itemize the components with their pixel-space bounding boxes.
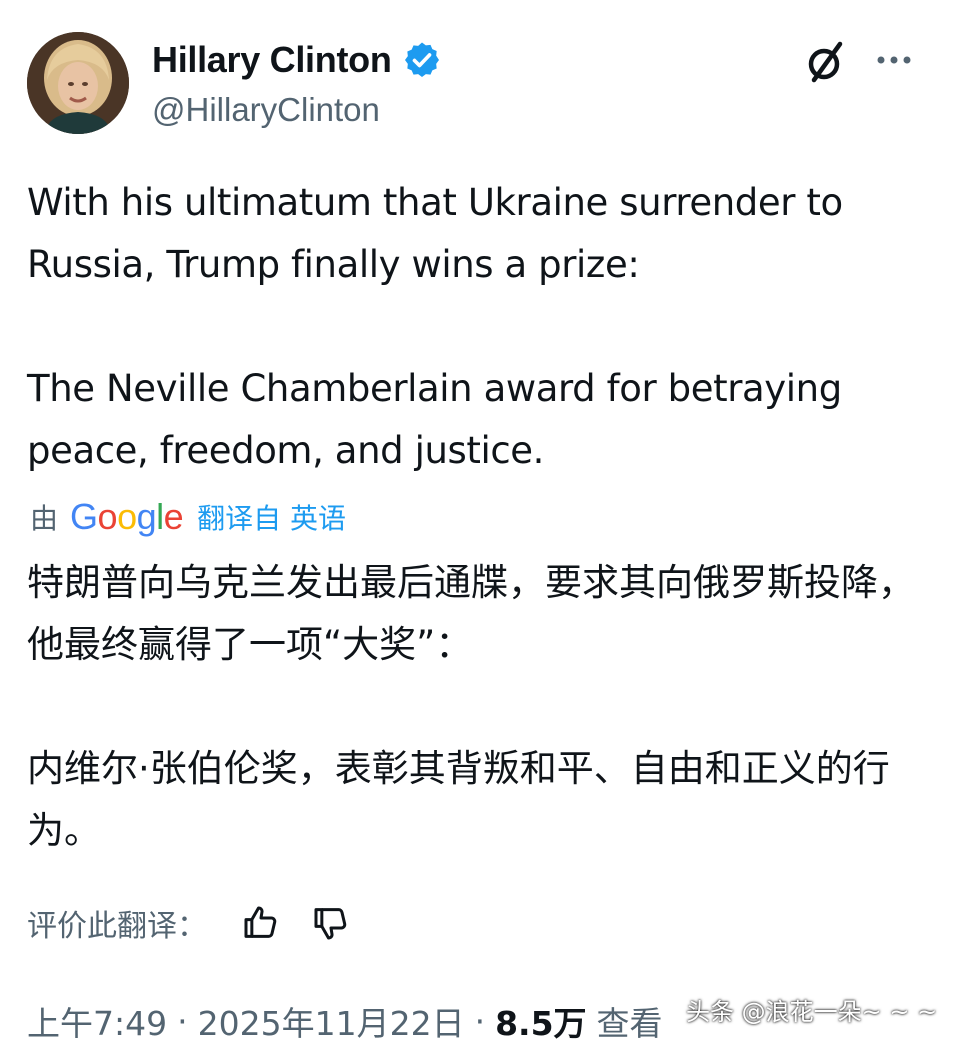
- avatar[interactable]: [27, 32, 129, 134]
- meta-separator: ·: [177, 1001, 188, 1041]
- tweet-date[interactable]: 2025年11月22日: [198, 997, 465, 1045]
- tweet-card: Hillary Clinton @HillaryClinton With his…: [0, 0, 960, 1044]
- tweet-meta: 上午7:49 · 2025年11月22日 · 8.5万 查看: [27, 998, 663, 1044]
- thumbs-down-icon[interactable]: [311, 903, 351, 943]
- tweet-text: With his ultimatum that Ukraine surrende…: [27, 172, 937, 482]
- watermark: 头条 @浪花一朵~ ~ ~: [686, 998, 938, 1026]
- views-count: 8.5万: [495, 1004, 587, 1043]
- google-logo: Google: [70, 496, 184, 537]
- translation-attribution: 由 Google 翻译自 英语: [30, 494, 346, 540]
- translated-from-link[interactable]: 翻译自 英语: [197, 497, 346, 537]
- tweet-time[interactable]: 上午7:49: [27, 997, 167, 1045]
- translated-by-label: 由: [30, 502, 59, 535]
- views-label: 查看: [596, 1004, 663, 1043]
- author-block: Hillary Clinton @HillaryClinton: [152, 36, 442, 130]
- more-dots-icon[interactable]: [874, 50, 914, 70]
- rate-translation-row: 评价此翻译：: [27, 900, 351, 946]
- translation-text: 特朗普向乌克兰发出最后通牒，要求其向俄罗斯投降，他最终赢得了一项“大奖”： 内维…: [27, 552, 927, 862]
- translation-paragraph-2: 内维尔·张伯伦奖，表彰其背叛和平、自由和正义的行为。: [27, 747, 890, 852]
- tweet-paragraph-2: The Neville Chamberlain award for betray…: [27, 367, 842, 472]
- translation-paragraph-1: 特朗普向乌克兰发出最后通牒，要求其向俄罗斯投降，他最终赢得了一项“大奖”：: [27, 561, 915, 666]
- display-name[interactable]: Hillary Clinton: [152, 39, 392, 81]
- tweet-paragraph-1: With his ultimatum that Ukraine surrende…: [27, 181, 843, 286]
- slashed-circle-icon[interactable]: [800, 40, 850, 84]
- meta-separator: ·: [474, 1001, 486, 1041]
- display-name-row: Hillary Clinton: [152, 36, 442, 84]
- verified-badge-icon[interactable]: [402, 40, 442, 80]
- thumbs-up-icon[interactable]: [241, 903, 281, 943]
- rate-translation-label: 评价此翻译：: [27, 909, 207, 944]
- handle[interactable]: @HillaryClinton: [152, 90, 442, 130]
